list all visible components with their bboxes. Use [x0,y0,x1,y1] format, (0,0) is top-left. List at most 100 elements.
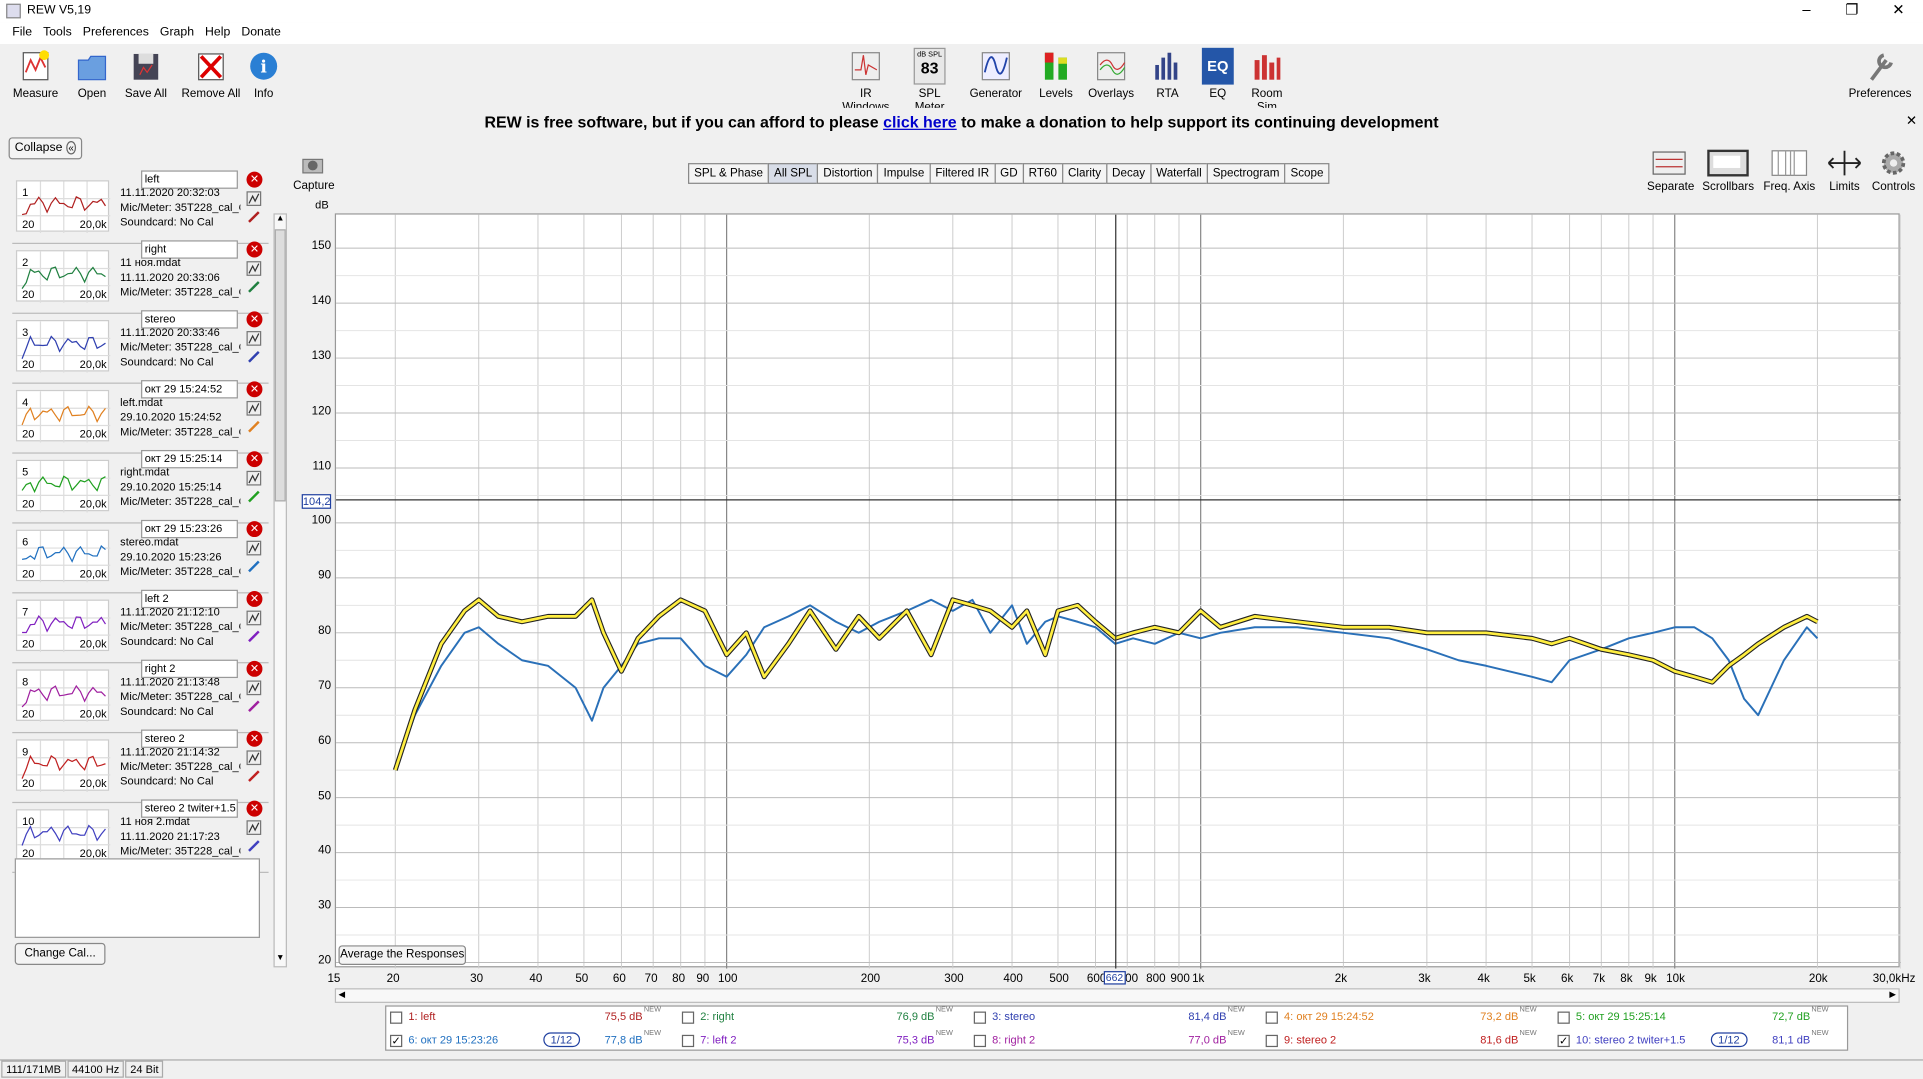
series-line[interactable] [393,598,1819,771]
tab-graph[interactable]: Spectrogram [1206,163,1286,184]
spl-meter-button[interactable]: dB SPL 83 SPL Meter [903,47,957,114]
legend-checkbox[interactable] [389,1011,403,1024]
rta-button[interactable]: RTA [1150,48,1184,101]
open-button[interactable]: Open [71,48,113,101]
collapse-button[interactable]: Collapse « [8,137,83,160]
tab-graph[interactable]: RT60 [1022,163,1064,184]
tab-graph[interactable]: All SPL [767,163,819,184]
measurement-item[interactable]: 9 20 20,0k stereo 2 11.11.2020 21:14:32 Mic/M… [12,729,269,804]
tab-graph[interactable]: Decay [1105,163,1152,184]
preferences-button[interactable]: Preferences [1846,48,1915,101]
legend-checkbox[interactable] [973,1011,987,1024]
measurement-color-icon[interactable] [247,349,262,364]
measurement-color-icon[interactable] [247,769,262,784]
measurement-item[interactable]: 8 20 20,0k right 2 11.11.2020 21:13:48 Mic/Me… [12,659,269,734]
measurement-graph-icon[interactable] [246,820,262,835]
measurement-item[interactable]: 2 20 20,0k right 11 ноя.mdat 11.11.2020 20:33… [12,240,269,314]
measurement-color-icon[interactable] [247,559,262,574]
measurement-graph-icon[interactable] [246,261,262,276]
graph-scrollbar[interactable]: ◀ ▶ [334,988,1900,1003]
change-cal-button[interactable]: Change Cal... [14,942,106,965]
limits-button[interactable]: Limits [1825,150,1864,194]
tab-graph[interactable]: Clarity [1061,163,1108,184]
donation-close-icon[interactable]: ✕ [1906,108,1917,136]
menu-file[interactable]: File [12,26,32,39]
smoothing-selector[interactable]: 1/12 [543,1032,580,1048]
legend-checkbox[interactable] [1265,1034,1278,1048]
measurement-item[interactable]: 6 20 20,0k окт 29 15:23:26 stereo.mdat 29.10.… [12,519,269,594]
tab-graph[interactable]: Filtered IR [929,163,996,184]
measurement-graph-icon[interactable] [246,680,262,696]
measurement-graph-icon[interactable] [246,750,262,766]
tab-graph[interactable]: GD [994,163,1024,184]
legend-checkbox[interactable] [973,1034,987,1048]
tab-graph[interactable]: SPL & Phase [688,163,770,184]
scroll-right-icon[interactable]: ▶ [1889,989,1896,1000]
measurement-item[interactable]: 4 20 20,0k окт 29 15:24:52 left.mdat 29.10.20… [12,380,269,454]
capture-button[interactable]: Capture [293,153,335,192]
measurement-color-icon[interactable] [247,210,262,225]
legend-checkbox[interactable] [681,1034,695,1048]
menu-donate[interactable]: Donate [241,26,281,39]
tab-graph[interactable]: Impulse [877,163,931,184]
levels-button[interactable]: Levels [1035,48,1077,101]
average-responses-button[interactable]: Average the Responses [338,945,467,965]
scroll-down-icon[interactable]: ▼ [275,954,286,966]
freq-axis-button[interactable]: Freq. Axis [1761,150,1817,194]
measure-button[interactable]: Measure [10,48,62,101]
measurement-color-icon[interactable] [247,489,262,504]
overlays-button[interactable]: Overlays [1085,48,1137,101]
maximize-button[interactable]: ❐ [1833,1,1870,19]
menu-preferences[interactable]: Preferences [83,26,149,39]
remove-measurement-icon[interactable]: ✕ [246,660,263,677]
measurement-graph-icon[interactable] [246,540,262,556]
scrollbar-thumb[interactable] [274,229,286,502]
legend-checkbox[interactable]: ✓ [389,1034,403,1048]
remove-measurement-icon[interactable]: ✕ [246,521,263,538]
measurement-graph-icon[interactable] [246,191,262,206]
generator-button[interactable]: Generator [969,48,1023,101]
eq-button[interactable]: EQ EQ [1199,47,1236,101]
remove-measurement-icon[interactable]: ✕ [246,730,263,747]
measurement-color-icon[interactable] [247,419,262,434]
remove-measurement-icon[interactable]: ✕ [246,451,263,468]
remove-measurement-icon[interactable]: ✕ [246,800,263,817]
measurement-item[interactable]: 1 20 20,0k left 11.11.2020 20:32:03 Mic/Meter… [12,170,269,244]
minimize-button[interactable]: – [1788,1,1825,19]
menu-help[interactable]: Help [205,26,230,39]
spl-plot[interactable]: Average the Responses [334,213,1902,969]
measurement-graph-icon[interactable] [246,610,262,626]
legend-checkbox[interactable] [681,1011,695,1024]
save-all-button[interactable]: Save All [123,48,170,101]
measurement-graph-icon[interactable] [246,470,262,486]
tab-graph[interactable]: Waterfall [1149,163,1208,184]
room-sim-button[interactable]: Room Sim [1241,48,1293,114]
measurement-color-icon[interactable] [247,280,262,295]
legend-checkbox[interactable]: ✓ [1557,1034,1570,1048]
legend-checkbox[interactable] [1557,1011,1570,1024]
scroll-up-icon[interactable]: ▲ [275,215,286,227]
close-button[interactable]: ✕ [1880,1,1917,19]
tab-graph[interactable]: Scope [1284,163,1330,184]
info-button[interactable]: i Info [248,48,280,101]
remove-all-button[interactable]: Remove All [179,48,243,101]
menu-tools[interactable]: Tools [43,26,72,39]
spl-chart[interactable] [336,214,1902,969]
legend-checkbox[interactable] [1265,1011,1278,1024]
measurement-color-icon[interactable] [247,699,262,714]
measurement-graph-icon[interactable] [246,331,262,346]
controls-button[interactable]: Controls [1871,150,1915,194]
measurement-item[interactable]: 3 20 20,0k stereo 11.11.2020 20:33:46 Mic/Met… [12,310,269,384]
measurement-color-icon[interactable] [247,629,262,644]
notes-area[interactable] [14,858,260,938]
ir-windows-button[interactable]: IR Windows [835,48,896,114]
remove-measurement-icon[interactable]: ✕ [246,590,263,607]
measurement-item[interactable]: 5 20 20,0k окт 29 15:25:14 right.mdat 29.10.2… [12,449,269,524]
scroll-left-icon[interactable]: ◀ [338,989,345,1000]
measurement-color-icon[interactable] [247,839,262,854]
menu-graph[interactable]: Graph [160,26,194,39]
measurements-scrollbar[interactable]: ▲ ▼ [273,213,287,968]
series-line[interactable] [394,598,1819,771]
remove-measurement-icon[interactable]: ✕ [246,171,263,188]
measurement-item[interactable]: 7 20 20,0k left 2 11.11.2020 21:12:10 Mic/Met… [12,589,269,664]
